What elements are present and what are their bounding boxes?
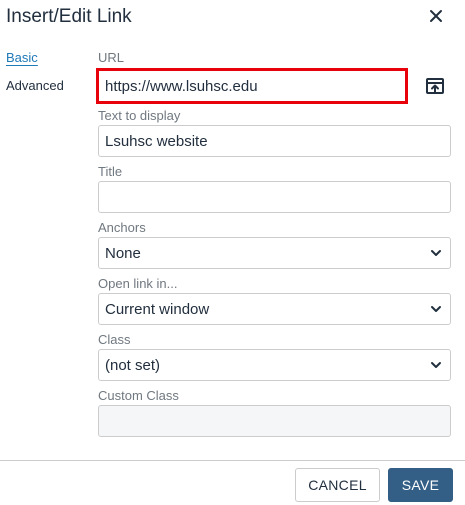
url-label: URL — [98, 50, 125, 65]
text-to-display-input[interactable]: Lsuhsc website — [98, 125, 451, 157]
title-label: Title — [98, 164, 123, 179]
custom-class-label: Custom Class — [98, 388, 179, 403]
custom-class-input[interactable] — [98, 405, 451, 437]
dialog-title: Insert/Edit Link — [6, 6, 132, 27]
open-link-in-select[interactable]: Current window — [98, 293, 451, 325]
open-link-in-value: Current window — [105, 300, 210, 318]
text-to-display-label: Text to display — [98, 108, 181, 123]
footer-divider — [0, 460, 465, 461]
cancel-button[interactable]: CANCEL — [295, 468, 380, 502]
tab-basic[interactable]: Basic — [6, 50, 64, 65]
browse-button[interactable] — [425, 76, 445, 96]
tab-advanced[interactable]: Advanced — [6, 78, 64, 93]
close-button[interactable] — [425, 5, 447, 27]
url-input[interactable]: https://www.lsuhsc.edu — [96, 68, 408, 104]
url-value: https://www.lsuhsc.edu — [105, 77, 258, 95]
class-label: Class — [98, 332, 131, 347]
save-button[interactable]: SAVE — [388, 468, 453, 502]
class-select[interactable]: (not set) — [98, 349, 451, 381]
chevron-down-icon — [431, 362, 441, 368]
tab-list: Basic Advanced — [6, 50, 64, 106]
chevron-down-icon — [431, 250, 441, 256]
close-icon — [430, 10, 442, 22]
anchors-select[interactable]: None — [98, 237, 451, 269]
title-input[interactable] — [98, 181, 451, 213]
open-link-in-label: Open link in... — [98, 276, 178, 291]
anchors-value: None — [105, 244, 141, 262]
insert-edit-link-dialog: Insert/Edit Link Basic Advanced URL http… — [0, 0, 465, 505]
class-value: (not set) — [105, 356, 161, 374]
anchors-label: Anchors — [98, 220, 146, 235]
chevron-down-icon — [431, 306, 441, 312]
text-to-display-value: Lsuhsc website — [105, 132, 208, 150]
browse-icon — [426, 78, 444, 94]
